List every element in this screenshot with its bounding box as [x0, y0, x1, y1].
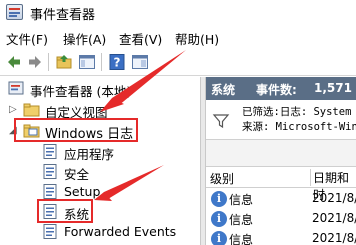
back-arrow-icon[interactable]	[5, 53, 23, 71]
tree-item-security[interactable]: 安全	[42, 162, 192, 182]
log-icon	[42, 163, 59, 180]
log-icon	[42, 143, 59, 160]
info-icon: i	[211, 231, 227, 245]
toolbar-separator	[101, 53, 102, 71]
highlight-box-system	[37, 199, 93, 223]
tree-forwarded-events-label: Forwarded Events	[64, 224, 177, 239]
filter-line-log: 已筛选:日志: System	[242, 106, 352, 118]
row-date: 2021/8/	[312, 191, 356, 205]
title-bar: 事件查看器	[0, 0, 356, 26]
toolbar: ?	[0, 48, 356, 76]
tree-root-label: 事件查看器 (本地)	[30, 84, 132, 99]
chevron-right-icon[interactable]: ▷	[9, 104, 17, 115]
filter-line-source: 来源: Microsoft-Windows	[242, 121, 356, 133]
column-level[interactable]: 级别	[210, 170, 234, 187]
log-icon	[42, 183, 59, 200]
help-icon[interactable]: ?	[108, 53, 126, 71]
table-row[interactable]: i 信息 2021/8/	[206, 209, 356, 229]
tree-item-forwarded-events[interactable]: Forwarded Events	[42, 222, 200, 242]
menu-view[interactable]: 查看(V)	[119, 29, 162, 48]
column-header: 级别 日期和时	[206, 166, 356, 202]
show-hide-tree-icon[interactable]	[78, 53, 96, 71]
menu-file[interactable]: 文件(F)	[6, 29, 48, 48]
row-date: 2021/8/	[312, 211, 356, 225]
log-header: 系统 事件数: 1,571	[206, 77, 356, 100]
row-level: 信息	[229, 213, 254, 227]
log-name: 系统	[211, 83, 236, 97]
tree-item-custom-views[interactable]: 自定义视图	[23, 100, 193, 120]
toolbar-separator	[48, 53, 49, 71]
column-date[interactable]: 日期和时	[310, 169, 356, 202]
info-icon: i	[211, 191, 227, 207]
tree-item-root[interactable]: 事件查看器 (本地)	[8, 79, 198, 99]
tree-item-application[interactable]: 应用程序	[42, 142, 192, 162]
log-details-pane: 系统 事件数: 1,571 已筛选:日志: System 来源: Microso…	[206, 77, 356, 245]
event-count-label: 事件数:	[256, 83, 297, 97]
row-level: 信息	[229, 233, 254, 245]
row-date: 2021/8/	[312, 231, 356, 245]
properties-panel-icon[interactable]	[131, 53, 149, 71]
tree-setup-label: Setup	[64, 184, 101, 199]
event-viewer-app-icon	[6, 4, 23, 20]
filter-info: 已筛选:日志: System 来源: Microsoft-Windows	[206, 100, 356, 140]
table-row[interactable]: i 信息 2021/8/	[206, 189, 356, 209]
menu-help[interactable]: 帮助(H)	[175, 29, 219, 48]
filter-funnel-icon	[212, 112, 230, 130]
event-count: 1,571	[314, 81, 352, 95]
table-row[interactable]: i 信息 2021/8/	[206, 229, 356, 245]
forward-arrow-icon[interactable]	[26, 53, 44, 71]
highlight-box-windows-logs	[14, 118, 138, 142]
info-icon: i	[211, 211, 227, 227]
svg-text:?: ?	[114, 56, 121, 70]
menu-action[interactable]: 操作(A)	[63, 29, 106, 48]
row-level: 信息	[229, 193, 254, 207]
event-viewer-icon	[8, 80, 25, 97]
window-title: 事件查看器	[30, 8, 96, 23]
grid-spacer	[206, 140, 356, 166]
up-folder-icon[interactable]	[55, 53, 73, 71]
tree-security-label: 安全	[64, 167, 90, 182]
log-icon	[42, 223, 59, 240]
folder-icon	[23, 101, 40, 118]
tree-application-label: 应用程序	[64, 147, 115, 162]
menu-bar: 文件(F) 操作(A) 查看(V) 帮助(H)	[0, 26, 356, 48]
navigation-tree: 事件查看器 (本地) ▷ 自定义视图 ◢ Windows 日志 应用程序 安全 …	[0, 77, 200, 245]
